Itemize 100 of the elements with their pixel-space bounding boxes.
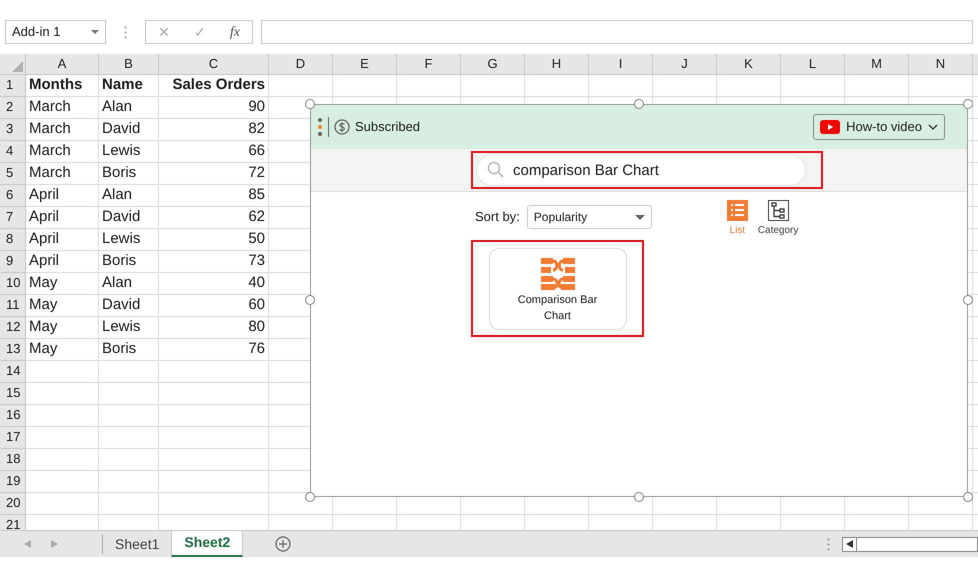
list-icon (726, 200, 748, 221)
table-cell: April (26, 207, 99, 229)
table-cell: David (99, 207, 159, 229)
table-cell: Alan (99, 273, 159, 295)
row-header[interactable]: 10 (0, 273, 26, 295)
resize-handle[interactable] (305, 99, 315, 109)
column-header[interactable]: L (781, 54, 845, 75)
more-icon (827, 538, 830, 550)
column-header[interactable]: E (333, 54, 397, 75)
column-header[interactable]: G (461, 54, 525, 75)
column-header[interactable]: F (397, 54, 461, 75)
resize-handle[interactable] (305, 492, 315, 502)
drag-handle-icon[interactable] (317, 117, 323, 137)
row-header[interactable]: 16 (0, 405, 26, 427)
table-cell: 80 (159, 317, 269, 339)
formula-input[interactable] (261, 20, 973, 44)
table-cell (99, 405, 159, 427)
row-header[interactable]: 5 (0, 163, 26, 185)
dropdown-icon (91, 30, 99, 34)
row-header[interactable]: 8 (0, 229, 26, 251)
column-header[interactable]: D (269, 54, 333, 75)
dropdown-icon (634, 214, 645, 220)
column-header[interactable]: H (525, 54, 589, 75)
table-cell: 72 (159, 163, 269, 185)
table-cell: David (99, 295, 159, 317)
tree-icon (768, 200, 789, 221)
row-header[interactable]: 13 (0, 339, 26, 361)
chart-card[interactable]: Comparison Bar Chart (488, 248, 626, 330)
table-cell: May (26, 339, 99, 361)
scroll-left-arrow-icon[interactable] (846, 540, 854, 548)
row-header[interactable]: 11 (0, 295, 26, 317)
table-cell: 50 (159, 229, 269, 251)
table-cell (269, 75, 333, 97)
column-header[interactable]: N (909, 54, 973, 75)
table-cell (99, 471, 159, 493)
table-cell (99, 383, 159, 405)
row-header[interactable]: 7 (0, 207, 26, 229)
table-cell: May (26, 273, 99, 295)
table-cell: David (99, 119, 159, 141)
table-cell: 66 (159, 141, 269, 163)
comparison-chart-icon (540, 258, 574, 290)
row-header[interactable]: 2 (0, 97, 26, 119)
column-header[interactable]: M (845, 54, 909, 75)
column-header[interactable]: C (159, 54, 269, 75)
row-header[interactable]: 18 (0, 449, 26, 471)
table-cell: Boris (99, 339, 159, 361)
column-header[interactable]: K (717, 54, 781, 75)
horizontal-scrollbar[interactable] (842, 536, 978, 552)
row-header[interactable]: 14 (0, 361, 26, 383)
table-cell (99, 427, 159, 449)
table-cell: April (26, 251, 99, 273)
row-header[interactable]: 9 (0, 251, 26, 273)
table-cell: Months (26, 75, 99, 97)
table-cell: 76 (159, 339, 269, 361)
row-header[interactable]: 3 (0, 119, 26, 141)
table-cell: 60 (159, 295, 269, 317)
more-icon (124, 26, 127, 38)
column-header[interactable]: J (653, 54, 717, 75)
column-header[interactable]: B (99, 54, 159, 75)
search-icon (487, 161, 505, 179)
resize-handle[interactable] (305, 295, 315, 305)
resize-handle[interactable] (634, 99, 644, 109)
search-field[interactable]: comparison Bar Chart (476, 154, 806, 186)
sort-dropdown[interactable]: Popularity (526, 205, 652, 229)
resize-handle[interactable] (963, 99, 973, 109)
table-cell: May (26, 317, 99, 339)
video-play-icon (820, 120, 840, 134)
row-header[interactable]: 19 (0, 471, 26, 493)
row-header[interactable]: 20 (0, 493, 26, 515)
chart-title: Comparison Bar Chart (516, 292, 598, 324)
row-header[interactable]: 4 (0, 141, 26, 163)
row-header[interactable]: 6 (0, 185, 26, 207)
table-cell: March (26, 163, 99, 185)
row-header[interactable]: 15 (0, 383, 26, 405)
row-header[interactable]: 1 (0, 75, 26, 97)
table-cell: April (26, 185, 99, 207)
table-cell: Alan (99, 97, 159, 119)
sheet-tab[interactable]: Sheet2 (171, 530, 244, 556)
row-header[interactable]: 21 (0, 515, 26, 530)
scroll-right-icon[interactable] (51, 540, 58, 548)
subscription-status: Subscribed (355, 118, 420, 136)
scroll-left-icon[interactable] (24, 540, 31, 548)
sheet-tab[interactable]: Sheet1 (103, 531, 172, 557)
column-header[interactable]: A (26, 54, 99, 75)
add-sheet-icon[interactable] (275, 536, 292, 552)
table-cell (99, 361, 159, 383)
row-header[interactable]: 17 (0, 427, 26, 449)
table-cell: Sales Orders (159, 75, 269, 97)
corner-triangle-icon (12, 61, 23, 72)
column-header[interactable]: I (589, 54, 653, 75)
insert-function-button[interactable]: fx (230, 22, 240, 42)
table-cell: March (26, 141, 99, 163)
how-to-video-button[interactable]: How-to video (813, 114, 945, 140)
table-cell: 85 (159, 185, 269, 207)
row-header[interactable]: 12 (0, 317, 26, 339)
resize-handle[interactable] (634, 492, 644, 502)
chevron-down-icon (928, 124, 938, 130)
view-option[interactable]: Category (758, 200, 798, 238)
table-cell: 90 (159, 97, 269, 119)
name-box[interactable]: Add-in 1 (5, 20, 106, 44)
